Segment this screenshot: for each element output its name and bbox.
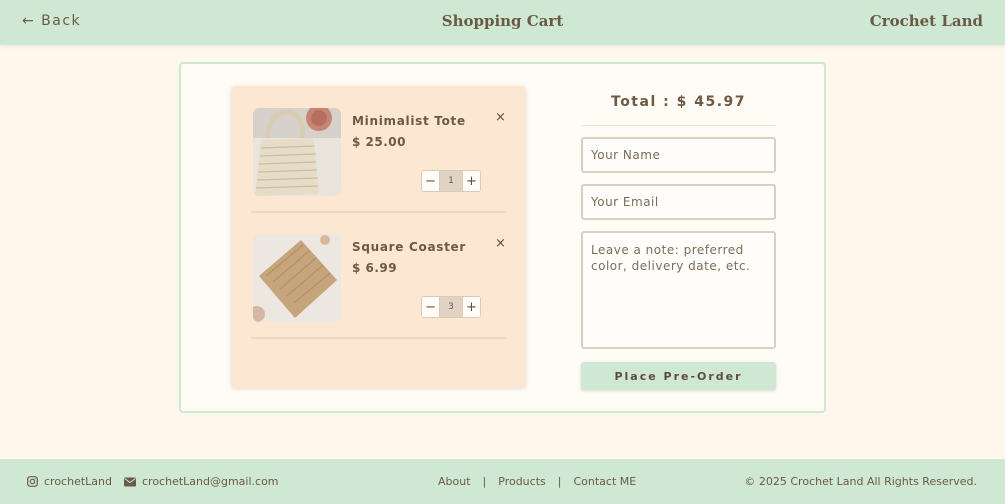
tote-bag-image [253, 108, 341, 196]
envelope-icon [124, 477, 136, 486]
quantity-value: 1 [439, 171, 463, 191]
about-link[interactable]: About [438, 475, 471, 488]
top-navigation-bar: ← Back Shopping Cart Crochet Land [0, 0, 1005, 45]
footer: crochetLand crochetLand@gmail.com About … [0, 459, 1005, 504]
increment-button[interactable]: + [463, 171, 480, 191]
quantity-stepper: − 1 + [421, 170, 481, 192]
email-address: crochetLand@gmail.com [142, 475, 279, 488]
page-title: Shopping Cart [441, 12, 564, 30]
item-price: $ 25.00 [352, 135, 406, 149]
brand-name[interactable]: Crochet Land [870, 12, 983, 30]
item-name: Minimalist Tote [352, 114, 466, 128]
copyright: © 2025 Crochet Land All Rights Reserved. [744, 475, 977, 488]
instagram-icon [27, 476, 38, 487]
email-input[interactable] [581, 184, 776, 220]
quantity-stepper: − 3 + [421, 296, 481, 318]
note-textarea[interactable] [581, 231, 776, 349]
link-separator: | [482, 475, 487, 488]
cart-total: Total : $ 45.97 [611, 94, 746, 110]
link-separator: | [557, 475, 562, 488]
remove-item-button[interactable]: × [495, 111, 506, 124]
cart-panel: Minimalist Tote $ 25.00 × − 1 + Square C… [179, 62, 826, 413]
item-divider [251, 337, 506, 339]
decrement-button[interactable]: − [422, 297, 439, 317]
place-pre-order-button[interactable]: Place Pre-Order [581, 362, 776, 390]
name-input[interactable] [581, 137, 776, 173]
instagram-handle: crochetLand [44, 475, 112, 488]
item-name: Square Coaster [352, 240, 466, 254]
decrement-button[interactable]: − [422, 171, 439, 191]
cart-item: Minimalist Tote $ 25.00 × − 1 + [231, 86, 526, 212]
total-divider [581, 125, 776, 126]
contact-link[interactable]: Contact ME [573, 475, 636, 488]
cart-item: Square Coaster $ 6.99 × − 3 + [231, 212, 526, 338]
quantity-value: 3 [439, 297, 463, 317]
footer-links: About | Products | Contact ME [438, 475, 636, 488]
products-link[interactable]: Products [498, 475, 546, 488]
remove-item-button[interactable]: × [495, 237, 506, 250]
cart-items-list: Minimalist Tote $ 25.00 × − 1 + Square C… [231, 86, 526, 388]
coaster-image [253, 234, 341, 322]
instagram-link[interactable]: crochetLand [27, 475, 112, 488]
item-price: $ 6.99 [352, 261, 398, 275]
increment-button[interactable]: + [463, 297, 480, 317]
email-link[interactable]: crochetLand@gmail.com [124, 475, 279, 488]
